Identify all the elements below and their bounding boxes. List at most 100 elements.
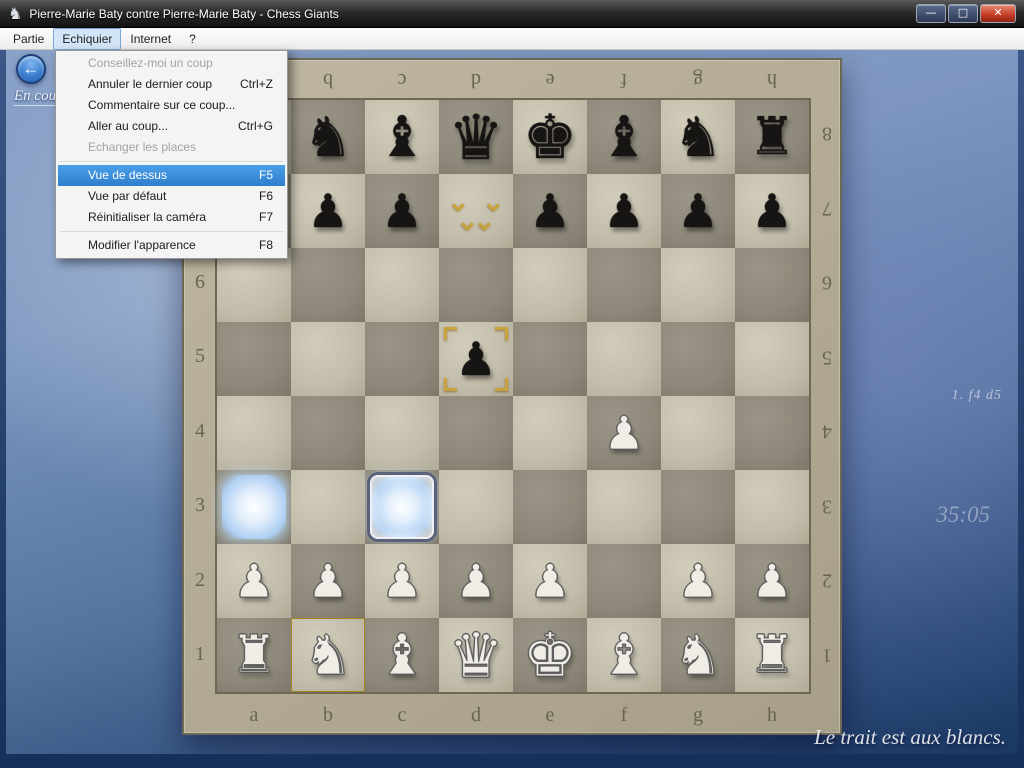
square-h5[interactable]	[735, 322, 809, 396]
square-f1[interactable]: ♝	[587, 618, 661, 692]
square-e4[interactable]	[513, 396, 587, 470]
square-f6[interactable]	[587, 248, 661, 322]
maximize-button[interactable]: □	[948, 4, 978, 23]
square-b2[interactable]: ♟	[291, 544, 365, 618]
square-c8[interactable]: ♝	[365, 100, 439, 174]
black-rook-h8[interactable]: ♜	[749, 107, 796, 167]
square-b5[interactable]	[291, 322, 365, 396]
square-c7[interactable]: ♟	[365, 174, 439, 248]
square-c3[interactable]	[365, 470, 439, 544]
menubar-item-partie[interactable]: Partie	[4, 28, 53, 50]
square-g4[interactable]	[661, 396, 735, 470]
square-g2[interactable]: ♟	[661, 544, 735, 618]
white-rook-h1[interactable]: ♜	[749, 625, 796, 685]
menu-item-vue-par-defaut[interactable]: Vue par défautF6	[58, 186, 285, 207]
menubar-item-internet[interactable]: Internet	[121, 28, 180, 50]
square-c4[interactable]	[365, 396, 439, 470]
square-g5[interactable]	[661, 322, 735, 396]
square-f4[interactable]: ♟	[587, 396, 661, 470]
black-knight-b8[interactable]: ♞	[303, 105, 352, 169]
square-d1[interactable]: ♛	[439, 618, 513, 692]
square-g3[interactable]	[661, 470, 735, 544]
white-pawn-d2[interactable]: ♟	[455, 554, 496, 608]
square-e3[interactable]	[513, 470, 587, 544]
close-button[interactable]: ✕	[980, 4, 1016, 23]
square-c1[interactable]: ♝	[365, 618, 439, 692]
square-g7[interactable]: ♟	[661, 174, 735, 248]
square-d7[interactable]	[439, 174, 513, 248]
menu-item-aller-au-coup[interactable]: Aller au coup...Ctrl+G	[58, 116, 285, 137]
black-queen-d8[interactable]: ♛	[448, 101, 504, 174]
square-e2[interactable]: ♟	[513, 544, 587, 618]
black-king-e8[interactable]: ♚	[523, 102, 578, 173]
square-d8[interactable]: ♛	[439, 100, 513, 174]
square-b8[interactable]: ♞	[291, 100, 365, 174]
white-king-e1[interactable]: ♚	[523, 620, 578, 691]
black-pawn-c7[interactable]: ♟	[381, 184, 422, 238]
menu-item-annuler-le-dernier-coup[interactable]: Annuler le dernier coupCtrl+Z	[58, 74, 285, 95]
square-g6[interactable]	[661, 248, 735, 322]
square-d4[interactable]	[439, 396, 513, 470]
black-pawn-h7[interactable]: ♟	[751, 184, 792, 238]
square-d2[interactable]: ♟	[439, 544, 513, 618]
square-d3[interactable]	[439, 470, 513, 544]
white-pawn-g2[interactable]: ♟	[677, 554, 718, 608]
square-a6[interactable]	[217, 248, 291, 322]
black-knight-g8[interactable]: ♞	[673, 105, 722, 169]
square-h7[interactable]: ♟	[735, 174, 809, 248]
square-h4[interactable]	[735, 396, 809, 470]
square-h3[interactable]	[735, 470, 809, 544]
black-pawn-g7[interactable]: ♟	[677, 184, 718, 238]
square-d5[interactable]: ♟	[439, 322, 513, 396]
square-e1[interactable]: ♚	[513, 618, 587, 692]
square-e5[interactable]	[513, 322, 587, 396]
menubar-item-?[interactable]: ?	[180, 28, 205, 50]
square-h6[interactable]	[735, 248, 809, 322]
minimize-button[interactable]: —	[916, 4, 946, 23]
title-bar[interactable]: ♞ Pierre-Marie Baty contre Pierre-Marie …	[0, 0, 1024, 28]
back-button[interactable]: ←	[16, 54, 46, 84]
white-pawn-h2[interactable]: ♟	[751, 554, 792, 608]
white-pawn-b2[interactable]: ♟	[307, 554, 348, 608]
square-b6[interactable]	[291, 248, 365, 322]
black-pawn-f7[interactable]: ♟	[603, 184, 644, 238]
square-c5[interactable]	[365, 322, 439, 396]
white-pawn-f4[interactable]: ♟	[603, 406, 644, 460]
black-pawn-e7[interactable]: ♟	[529, 184, 570, 238]
white-pawn-a2[interactable]: ♟	[233, 554, 274, 608]
square-a4[interactable]	[217, 396, 291, 470]
square-a1[interactable]: ♜	[217, 618, 291, 692]
menu-item-vue-de-dessus[interactable]: Vue de dessusF5	[58, 165, 285, 186]
black-bishop-f8[interactable]: ♝	[599, 105, 649, 170]
black-pawn-d5[interactable]: ♟	[455, 332, 496, 386]
square-c2[interactable]: ♟	[365, 544, 439, 618]
square-e6[interactable]	[513, 248, 587, 322]
square-f5[interactable]	[587, 322, 661, 396]
square-a2[interactable]: ♟	[217, 544, 291, 618]
menu-item-modifier-l-apparence[interactable]: Modifier l'apparenceF8	[58, 235, 285, 256]
square-f3[interactable]	[587, 470, 661, 544]
square-e8[interactable]: ♚	[513, 100, 587, 174]
white-knight-b1[interactable]: ♞	[303, 623, 352, 687]
white-queen-d1[interactable]: ♛	[448, 619, 504, 692]
square-c6[interactable]	[365, 248, 439, 322]
square-b7[interactable]: ♟	[291, 174, 365, 248]
square-e7[interactable]: ♟	[513, 174, 587, 248]
menu-item-reinitialiser-la-camera[interactable]: Réinitialiser la caméraF7	[58, 207, 285, 228]
white-pawn-c2[interactable]: ♟	[381, 554, 422, 608]
white-knight-g1[interactable]: ♞	[673, 623, 722, 687]
square-b4[interactable]	[291, 396, 365, 470]
square-f2[interactable]	[587, 544, 661, 618]
square-b3[interactable]	[291, 470, 365, 544]
square-h8[interactable]: ♜	[735, 100, 809, 174]
square-d6[interactable]	[439, 248, 513, 322]
white-pawn-e2[interactable]: ♟	[529, 554, 570, 608]
menu-item-commentaire-sur-ce-coup[interactable]: Commentaire sur ce coup...	[58, 95, 285, 116]
square-f8[interactable]: ♝	[587, 100, 661, 174]
square-h1[interactable]: ♜	[735, 618, 809, 692]
square-g1[interactable]: ♞	[661, 618, 735, 692]
square-a5[interactable]	[217, 322, 291, 396]
black-pawn-b7[interactable]: ♟	[307, 184, 348, 238]
square-h2[interactable]: ♟	[735, 544, 809, 618]
square-b1[interactable]: ♞	[291, 618, 365, 692]
